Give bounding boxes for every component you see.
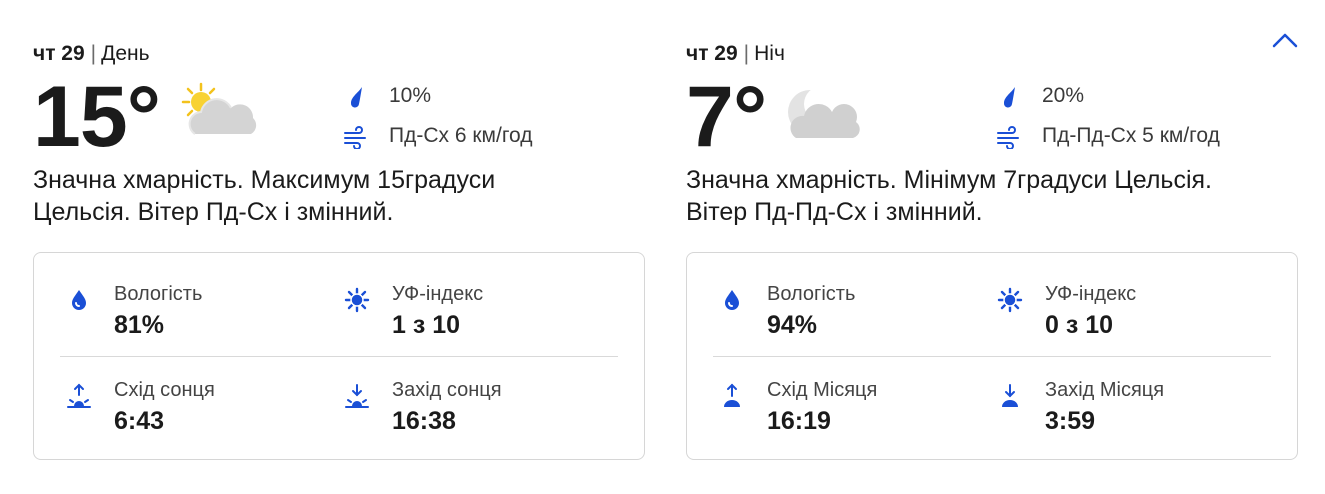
day-sunset-label: Захід сонця bbox=[392, 379, 502, 401]
moonrise-icon bbox=[724, 383, 740, 407]
night-humidity: Вологість 94% bbox=[719, 281, 969, 341]
night-moonrise-value: 16:19 bbox=[767, 407, 831, 435]
day-panel: чт 29 | День 15° 10% Пд-Сх 6 км/год Знач… bbox=[33, 40, 649, 460]
night-metrics: 20% Пд-Пд-Сх 5 км/год bbox=[996, 76, 1220, 156]
day-uv-label: УФ-індекс bbox=[392, 283, 484, 305]
day-wind-value: Пд-Сх 6 км/год bbox=[389, 124, 533, 147]
collapse-button[interactable] bbox=[1268, 26, 1302, 54]
night-humidity-label: Вологість bbox=[767, 283, 856, 305]
night-header: чт 29 | Ніч bbox=[686, 40, 1302, 68]
day-precipitation: 10% bbox=[343, 76, 532, 116]
night-uv: УФ-індекс 0 з 10 bbox=[997, 281, 1247, 341]
day-humidity: Вологість 81% bbox=[66, 281, 316, 341]
header-separator: | bbox=[743, 42, 750, 65]
night-details-card: Вологість 94% УФ-індекс 0 з 10 Схід Міся… bbox=[686, 252, 1298, 460]
night-uv-label: УФ-індекс bbox=[1045, 283, 1137, 305]
sun-behind-cloud-icon bbox=[181, 82, 257, 135]
sunset-icon bbox=[345, 384, 369, 408]
night-moonset: Захід Місяця 3:59 bbox=[997, 377, 1247, 437]
uv-sun-icon bbox=[344, 287, 370, 313]
day-period: День bbox=[101, 42, 150, 65]
day-sunset-value: 16:38 bbox=[392, 407, 456, 435]
chevron-up-icon bbox=[1272, 33, 1298, 48]
sunrise-icon bbox=[67, 383, 91, 408]
day-humidity-label: Вологість bbox=[114, 283, 203, 305]
day-sunrise-value: 6:43 bbox=[114, 407, 165, 435]
card-divider bbox=[713, 356, 1271, 357]
day-header: чт 29 | День bbox=[33, 40, 649, 68]
day-uv-value: 1 з 10 bbox=[392, 311, 461, 339]
night-description: Значна хмарність. Мінімум 7градуси Цельс… bbox=[686, 166, 1212, 226]
humidity-drop-icon bbox=[72, 290, 86, 310]
night-moonset-value: 3:59 bbox=[1045, 407, 1096, 435]
night-precipitation: 20% bbox=[996, 76, 1220, 116]
day-sunrise-label: Схід сонця bbox=[114, 379, 215, 401]
night-panel: чт 29 | Ніч 7° 20% Пд-Пд-Сх 5 км/год Зна… bbox=[686, 40, 1302, 460]
humidity-drop-icon bbox=[725, 290, 739, 310]
day-humidity-value: 81% bbox=[114, 311, 165, 339]
night-moonrise: Схід Місяця 16:19 bbox=[719, 377, 969, 437]
moon-behind-cloud-icon bbox=[788, 86, 860, 138]
uv-sun-icon bbox=[997, 287, 1023, 313]
night-moonset-label: Захід Місяця bbox=[1045, 379, 1165, 401]
night-temperature: 7° bbox=[686, 69, 767, 165]
day-precipitation-value: 10% bbox=[389, 84, 432, 107]
day-sunrise: Схід сонця 6:43 bbox=[66, 377, 316, 437]
day-details-card: Вологість 81% УФ-індекс 1 з 10 Схід сонц… bbox=[33, 252, 645, 460]
card-divider bbox=[60, 356, 618, 357]
day-metrics: 10% Пд-Сх 6 км/год bbox=[343, 76, 532, 156]
day-uv: УФ-індекс 1 з 10 bbox=[344, 281, 594, 341]
day-date: чт 29 bbox=[33, 42, 85, 65]
raindrop-icon bbox=[350, 87, 362, 108]
night-moonrise-label: Схід Місяця bbox=[767, 379, 878, 401]
night-precipitation-value: 20% bbox=[1042, 84, 1085, 107]
day-description: Значна хмарність. Максимум 15градуси Цел… bbox=[33, 166, 496, 226]
raindrop-icon bbox=[1003, 87, 1015, 108]
wind-icon bbox=[997, 126, 1019, 149]
header-separator: | bbox=[90, 42, 97, 65]
night-date: чт 29 bbox=[686, 42, 738, 65]
night-humidity-value: 94% bbox=[767, 311, 818, 339]
night-wind-value: Пд-Пд-Сх 5 км/год bbox=[1042, 124, 1220, 147]
wind-icon bbox=[344, 126, 366, 149]
day-summary: 15° 10% Пд-Сх 6 км/год bbox=[33, 72, 649, 162]
night-uv-value: 0 з 10 bbox=[1045, 311, 1114, 339]
forecast-detail: чт 29 | День 15° 10% Пд-Сх 6 км/год Знач… bbox=[0, 0, 1325, 494]
night-wind: Пд-Пд-Сх 5 км/год bbox=[996, 116, 1220, 156]
day-wind: Пд-Сх 6 км/год bbox=[343, 116, 532, 156]
night-period: Ніч bbox=[754, 42, 785, 65]
day-sunset: Захід сонця 16:38 bbox=[344, 377, 594, 437]
night-summary: 7° 20% Пд-Пд-Сх 5 км/год bbox=[686, 72, 1302, 162]
moonset-icon bbox=[1002, 384, 1018, 407]
day-temperature: 15° bbox=[33, 69, 161, 165]
